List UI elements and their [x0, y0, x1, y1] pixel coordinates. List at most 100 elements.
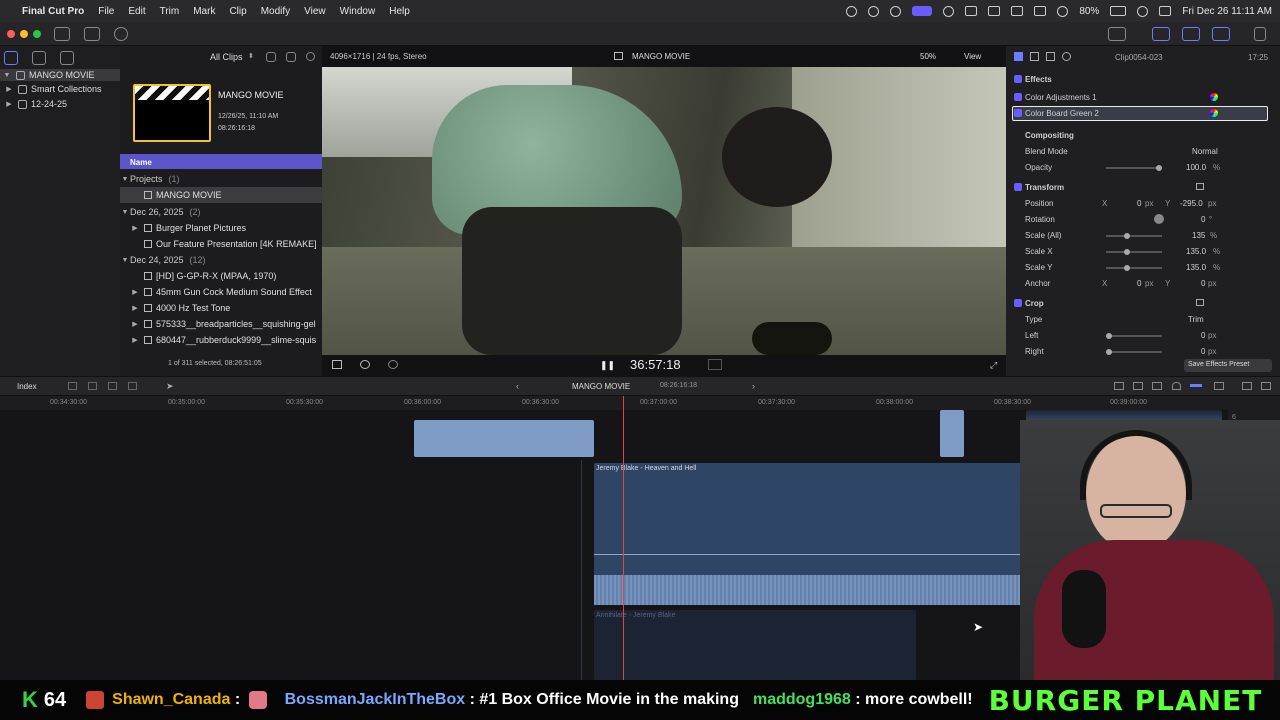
- keyword-icon[interactable]: [84, 27, 100, 41]
- connect-clip-icon[interactable]: [68, 382, 77, 390]
- timeline-ruler[interactable]: 00:34:30:00 00:35:00:00 00:35:30:00 00:36:0…: [0, 396, 1280, 410]
- blend-mode-dropdown[interactable]: Normal: [1192, 147, 1218, 156]
- video-inspector-tab-icon[interactable]: [1014, 52, 1023, 61]
- inspector-toggle-icon[interactable]: [1212, 27, 1230, 41]
- menu-view[interactable]: View: [304, 6, 326, 17]
- effects-checkbox[interactable]: [1014, 75, 1022, 83]
- playhead[interactable]: [623, 396, 624, 680]
- disclosure-open-icon[interactable]: ▼: [120, 257, 130, 264]
- color-wheel-icon[interactable]: [1210, 109, 1218, 117]
- position-y-value[interactable]: -295.0: [1180, 199, 1203, 208]
- menu-mark[interactable]: Mark: [193, 6, 215, 17]
- browser-clip-row[interactable]: [HD] G-GP-R-X (MPAA, 1970): [120, 268, 322, 284]
- position-x-value[interactable]: 0: [1137, 199, 1141, 208]
- disclosure-open-icon[interactable]: ▼: [2, 72, 12, 79]
- color-inspector-tab-icon[interactable]: [1030, 52, 1039, 61]
- pause-icon[interactable]: ❚❚: [600, 360, 615, 371]
- sync-icon[interactable]: [890, 5, 902, 17]
- close-window-icon[interactable]: [7, 30, 15, 38]
- disclosure-closed-icon[interactable]: ▶: [4, 100, 14, 108]
- music-clip[interactable]: Jeremy Blake - Heaven and Hell: [594, 463, 1049, 605]
- back-arrow-icon[interactable]: ‹: [516, 381, 519, 391]
- bluetooth-icon[interactable]: [1034, 6, 1047, 16]
- disclosure-open-icon[interactable]: ▼: [120, 209, 130, 216]
- search-icon[interactable]: [1137, 5, 1149, 17]
- share-icon[interactable]: [1254, 27, 1266, 41]
- browser-clip-row[interactable]: ▶ Burger Planet Pictures: [120, 220, 322, 236]
- crop-onscreen-icon[interactable]: [1196, 299, 1204, 306]
- browser-clip-row[interactable]: ▶ 45mm Gun Cock Medium Sound Effect: [120, 284, 322, 300]
- transform-onscreen-icon[interactable]: [1196, 183, 1204, 190]
- index-button[interactable]: Index: [17, 382, 37, 391]
- scale-y-value[interactable]: 135.0: [1186, 263, 1206, 272]
- browser-clip-row[interactable]: Our Feature Presentation [4K REMAKE]: [120, 236, 322, 252]
- audio-inspector-tab-icon[interactable]: [1046, 52, 1055, 61]
- wifi-icon[interactable]: [1057, 5, 1069, 17]
- anchor-y-value[interactable]: 0: [1201, 279, 1205, 288]
- menu-edit[interactable]: Edit: [128, 6, 145, 17]
- select-tool-icon[interactable]: ➤: [166, 381, 174, 392]
- browser-group-row[interactable]: ▼ Dec 24, 2025 (12): [120, 252, 322, 268]
- faded-audio-clip[interactable]: Annihilate - Jeremy Blake: [594, 610, 916, 680]
- view-dropdown[interactable]: View: [964, 52, 981, 61]
- disclosure-closed-icon[interactable]: ▶: [130, 336, 140, 344]
- layout-icon[interactable]: [1108, 27, 1126, 41]
- crop-checkbox[interactable]: [1014, 299, 1022, 307]
- browser-toggle-icon[interactable]: [1152, 27, 1170, 41]
- info-inspector-tab-icon[interactable]: [1062, 52, 1071, 61]
- color-wheel-icon[interactable]: [1210, 93, 1218, 101]
- clip-filter-chevron-icon[interactable]: ⬍: [248, 52, 254, 60]
- menu-help[interactable]: Help: [389, 6, 410, 17]
- screen-share-icon[interactable]: [912, 6, 933, 16]
- effect1-checkbox[interactable]: [1014, 93, 1022, 101]
- search-icon[interactable]: [306, 52, 315, 61]
- app-menu[interactable]: Final Cut Pro: [22, 6, 84, 17]
- overwrite-clip-icon[interactable]: [128, 382, 137, 390]
- video-frame[interactable]: [322, 67, 1006, 355]
- zoom-out-icon[interactable]: [1114, 382, 1124, 390]
- project-thumbnail[interactable]: [133, 84, 211, 142]
- crop-left-slider[interactable]: [1106, 333, 1162, 339]
- disclosure-closed-icon[interactable]: ▶: [130, 320, 140, 328]
- scale-x-slider[interactable]: [1106, 249, 1162, 255]
- video-clip[interactable]: [940, 410, 964, 457]
- disclosure-closed-icon[interactable]: ▶: [130, 288, 140, 296]
- anchor-x-value[interactable]: 0: [1137, 279, 1141, 288]
- fullscreen-icon[interactable]: ⤢: [990, 360, 997, 371]
- solo-icon[interactable]: [1190, 384, 1202, 387]
- opacity-value[interactable]: 100.0: [1186, 163, 1206, 172]
- volume-icon[interactable]: [965, 6, 978, 16]
- library-event-12-24-25[interactable]: ▶ 12-24-25: [4, 99, 67, 109]
- scale-all-value[interactable]: 135: [1192, 231, 1205, 240]
- titles-tab-icon[interactable]: [60, 51, 74, 65]
- control-center-icon[interactable]: [1159, 6, 1172, 16]
- browser-clip-row[interactable]: ▶ 680447__rubberduck9999__slime-squis: [120, 332, 322, 348]
- libraries-tab-icon[interactable]: [4, 51, 18, 65]
- timeline-index-icon[interactable]: [1242, 382, 1252, 390]
- forward-arrow-icon[interactable]: ›: [752, 381, 755, 391]
- clip-appearance-icon[interactable]: [1214, 382, 1224, 390]
- browser-clip-row[interactable]: ▶ 575333__breadparticles__squishing-gel: [120, 316, 322, 332]
- enhance-tool-icon[interactable]: [360, 360, 370, 369]
- opacity-slider[interactable]: [1106, 165, 1162, 171]
- zoom-in-icon[interactable]: [1133, 382, 1143, 390]
- skimming-icon[interactable]: [1152, 382, 1162, 390]
- menu-clip[interactable]: Clip: [229, 6, 246, 17]
- photos-tab-icon[interactable]: [32, 51, 46, 65]
- display-icon[interactable]: [988, 6, 1001, 16]
- save-effects-preset-button[interactable]: Save Effects Preset: [1184, 359, 1272, 372]
- rotation-value[interactable]: 0: [1201, 215, 1205, 224]
- library-smart-collections[interactable]: ▶ Smart Collections: [4, 84, 101, 94]
- browser-group-row[interactable]: ▼ Projects (1): [120, 171, 322, 187]
- effects-browser-icon[interactable]: [1261, 382, 1271, 390]
- menu-file[interactable]: File: [98, 6, 114, 17]
- timeline-project-name[interactable]: MANGO MOVIE: [572, 382, 630, 391]
- background-tasks-icon[interactable]: [114, 27, 128, 41]
- crop-right-value[interactable]: 0: [1201, 347, 1205, 356]
- crop-right-slider[interactable]: [1106, 349, 1162, 355]
- message-icon[interactable]: [1011, 6, 1024, 16]
- insert-clip-icon[interactable]: [88, 382, 97, 390]
- browser-clip-row[interactable]: ▶ 4000 Hz Test Tone: [120, 300, 322, 316]
- play-icon[interactable]: [943, 5, 955, 17]
- disclosure-closed-icon[interactable]: ▶: [130, 304, 140, 312]
